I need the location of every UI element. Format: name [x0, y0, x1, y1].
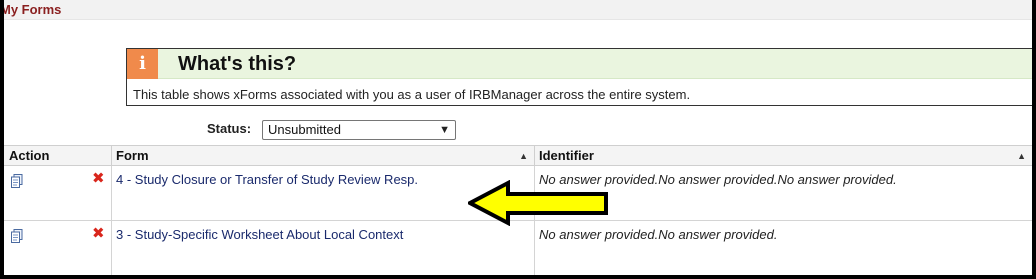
- info-box-header: i What's this?: [127, 49, 1032, 79]
- column-header-identifier[interactable]: Identifier ▲: [535, 146, 1032, 166]
- table-row: ✖ 3 - Study-Specific Worksheet About Loc…: [4, 221, 1032, 275]
- status-filter-value: Unsubmitted: [268, 122, 341, 137]
- delete-icon[interactable]: ✖: [92, 226, 105, 241]
- row-actions: ✖: [4, 166, 112, 220]
- row-actions: ✖: [4, 221, 112, 275]
- column-header-action-label: Action: [9, 148, 50, 163]
- identifier-text: No answer provided.No answer provided.: [539, 227, 778, 242]
- status-filter-select[interactable]: Unsubmitted ▼: [262, 120, 456, 140]
- row-identifier-cell: No answer provided.No answer provided.: [535, 221, 1032, 275]
- info-box: i What's this? This table shows xForms a…: [126, 48, 1032, 106]
- status-filter-label: Status:: [207, 121, 252, 136]
- column-header-form-label: Form: [116, 148, 149, 163]
- info-icon: i: [127, 49, 158, 79]
- title-bar: My Forms: [4, 0, 1032, 20]
- document-icon[interactable]: [11, 229, 23, 243]
- sort-icon[interactable]: ▲: [1017, 146, 1026, 166]
- delete-icon[interactable]: ✖: [92, 171, 105, 186]
- info-box-title: What's this?: [178, 53, 297, 75]
- page-frame: My Forms i What's this? This table shows…: [4, 0, 1032, 275]
- page-title: My Forms: [4, 2, 62, 17]
- form-link[interactable]: 3 - Study-Specific Worksheet About Local…: [116, 227, 403, 242]
- document-icon[interactable]: [11, 174, 23, 188]
- annotation-arrow-icon: [468, 180, 608, 226]
- chevron-down-icon: ▼: [439, 124, 450, 136]
- form-link[interactable]: 4 - Study Closure or Transfer of Study R…: [116, 172, 418, 187]
- column-header-action: Action: [4, 146, 112, 166]
- row-form-cell: 3 - Study-Specific Worksheet About Local…: [112, 221, 535, 275]
- table-header: Action Form ▲ Identifier ▲: [4, 145, 1032, 166]
- info-box-description: This table shows xForms associated with …: [133, 87, 691, 102]
- column-header-identifier-label: Identifier: [539, 148, 594, 163]
- sort-icon[interactable]: ▲: [519, 146, 528, 166]
- column-header-form[interactable]: Form ▲: [112, 146, 535, 166]
